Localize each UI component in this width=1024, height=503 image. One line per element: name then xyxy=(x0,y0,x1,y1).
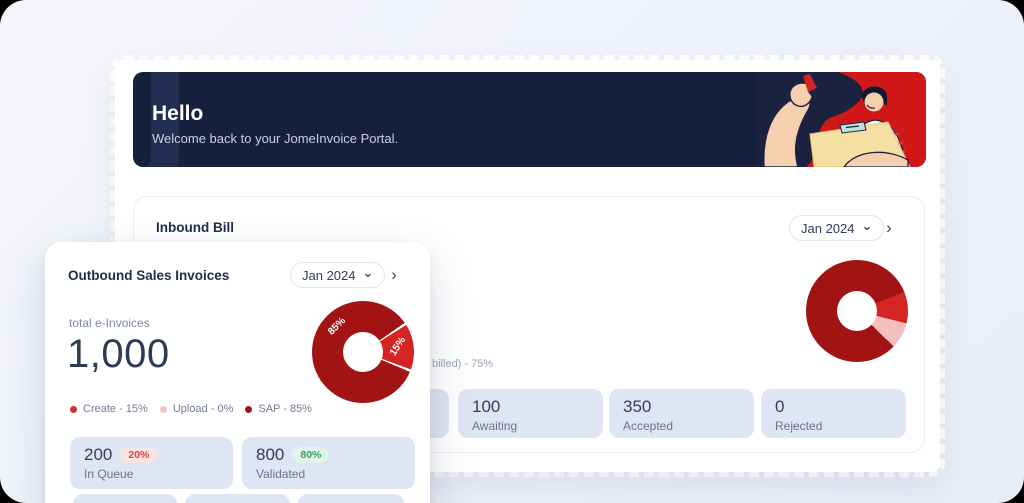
inbound-donut-chart xyxy=(806,260,908,362)
outbound-next-period-button[interactable]: › xyxy=(383,264,405,286)
stat-label: Validated xyxy=(256,466,401,482)
stat-card-cutoff xyxy=(298,494,404,503)
inbound-legend-fragment: billed) - 75% xyxy=(432,358,493,370)
chevron-right-icon: › xyxy=(391,265,397,285)
stat-card-cutoff xyxy=(185,494,290,503)
stat-value: 800 xyxy=(256,445,284,464)
welcome-illustration xyxy=(758,72,926,167)
stat-value: 0 xyxy=(775,397,784,416)
stat-card-in-queue: 200 20% In Queue xyxy=(70,437,233,489)
portal-dashboard: J Hello Welcome back to your JomeInvoice… xyxy=(0,0,1024,503)
stat-label: Accepted xyxy=(623,418,740,434)
chevron-down-icon: ⌄ xyxy=(862,222,873,230)
banner-title: Hello xyxy=(152,102,203,126)
legend-label: SAP - 85% xyxy=(258,403,312,415)
legend-item-sap: SAP - 85% xyxy=(245,403,312,415)
create-dot-icon xyxy=(70,406,77,413)
chevron-right-icon: › xyxy=(886,218,892,238)
stat-label: Rejected xyxy=(775,418,892,434)
total-einvoices-value: 1,000 xyxy=(67,332,170,377)
inbound-period-dropdown[interactable]: Jan 2024 ⌄ xyxy=(789,215,884,241)
legend-item-create: Create - 15% xyxy=(70,403,148,415)
outbound-period-dropdown[interactable]: Jan 2024 ⌄ xyxy=(290,262,385,288)
upload-dot-icon xyxy=(160,406,167,413)
outbound-title: Outbound Sales Invoices xyxy=(68,268,229,283)
stat-label: Awaiting xyxy=(472,418,589,434)
welcome-banner: J Hello Welcome back to your JomeInvoice… xyxy=(133,72,926,167)
stat-card-cutoff xyxy=(73,494,177,503)
outbound-period-label: Jan 2024 xyxy=(302,268,356,283)
legend-item-upload: Upload - 0% xyxy=(160,403,234,415)
outbound-legend: Create - 15% Upload - 0% SAP - 85% xyxy=(70,403,312,415)
stat-card-validated: 800 80% Validated xyxy=(242,437,415,489)
stat-card-accepted: 350 Accepted xyxy=(609,389,754,438)
stat-card-awaiting: 100 Awaiting xyxy=(458,389,603,438)
stat-value: 100 xyxy=(472,397,500,416)
stat-value: 350 xyxy=(623,397,651,416)
stat-value: 200 xyxy=(84,445,112,464)
inbound-next-period-button[interactable]: › xyxy=(878,217,900,239)
status-badge: 80% xyxy=(292,447,329,463)
legend-label: Upload - 0% xyxy=(173,403,234,415)
donut-label-major: 85% xyxy=(326,316,348,338)
stat-card-rejected: 0 Rejected xyxy=(761,389,906,438)
banner-subtitle: Welcome back to your JomeInvoice Portal. xyxy=(152,131,398,146)
inbound-period-label: Jan 2024 xyxy=(801,221,855,236)
inbound-title: Inbound Bill xyxy=(156,220,234,235)
total-einvoices-label: total e-Invoices xyxy=(69,316,150,330)
donut-label-minor: 15% xyxy=(388,335,408,358)
sap-dot-icon xyxy=(245,406,252,413)
stat-label: In Queue xyxy=(84,466,219,482)
status-badge: 20% xyxy=(120,447,157,463)
outbound-donut-chart: 85% 15% xyxy=(312,301,414,403)
outbound-sales-card: Outbound Sales Invoices Jan 2024 ⌄ › tot… xyxy=(45,242,430,503)
chevron-down-icon: ⌄ xyxy=(363,269,374,277)
legend-label: Create - 15% xyxy=(83,403,148,415)
